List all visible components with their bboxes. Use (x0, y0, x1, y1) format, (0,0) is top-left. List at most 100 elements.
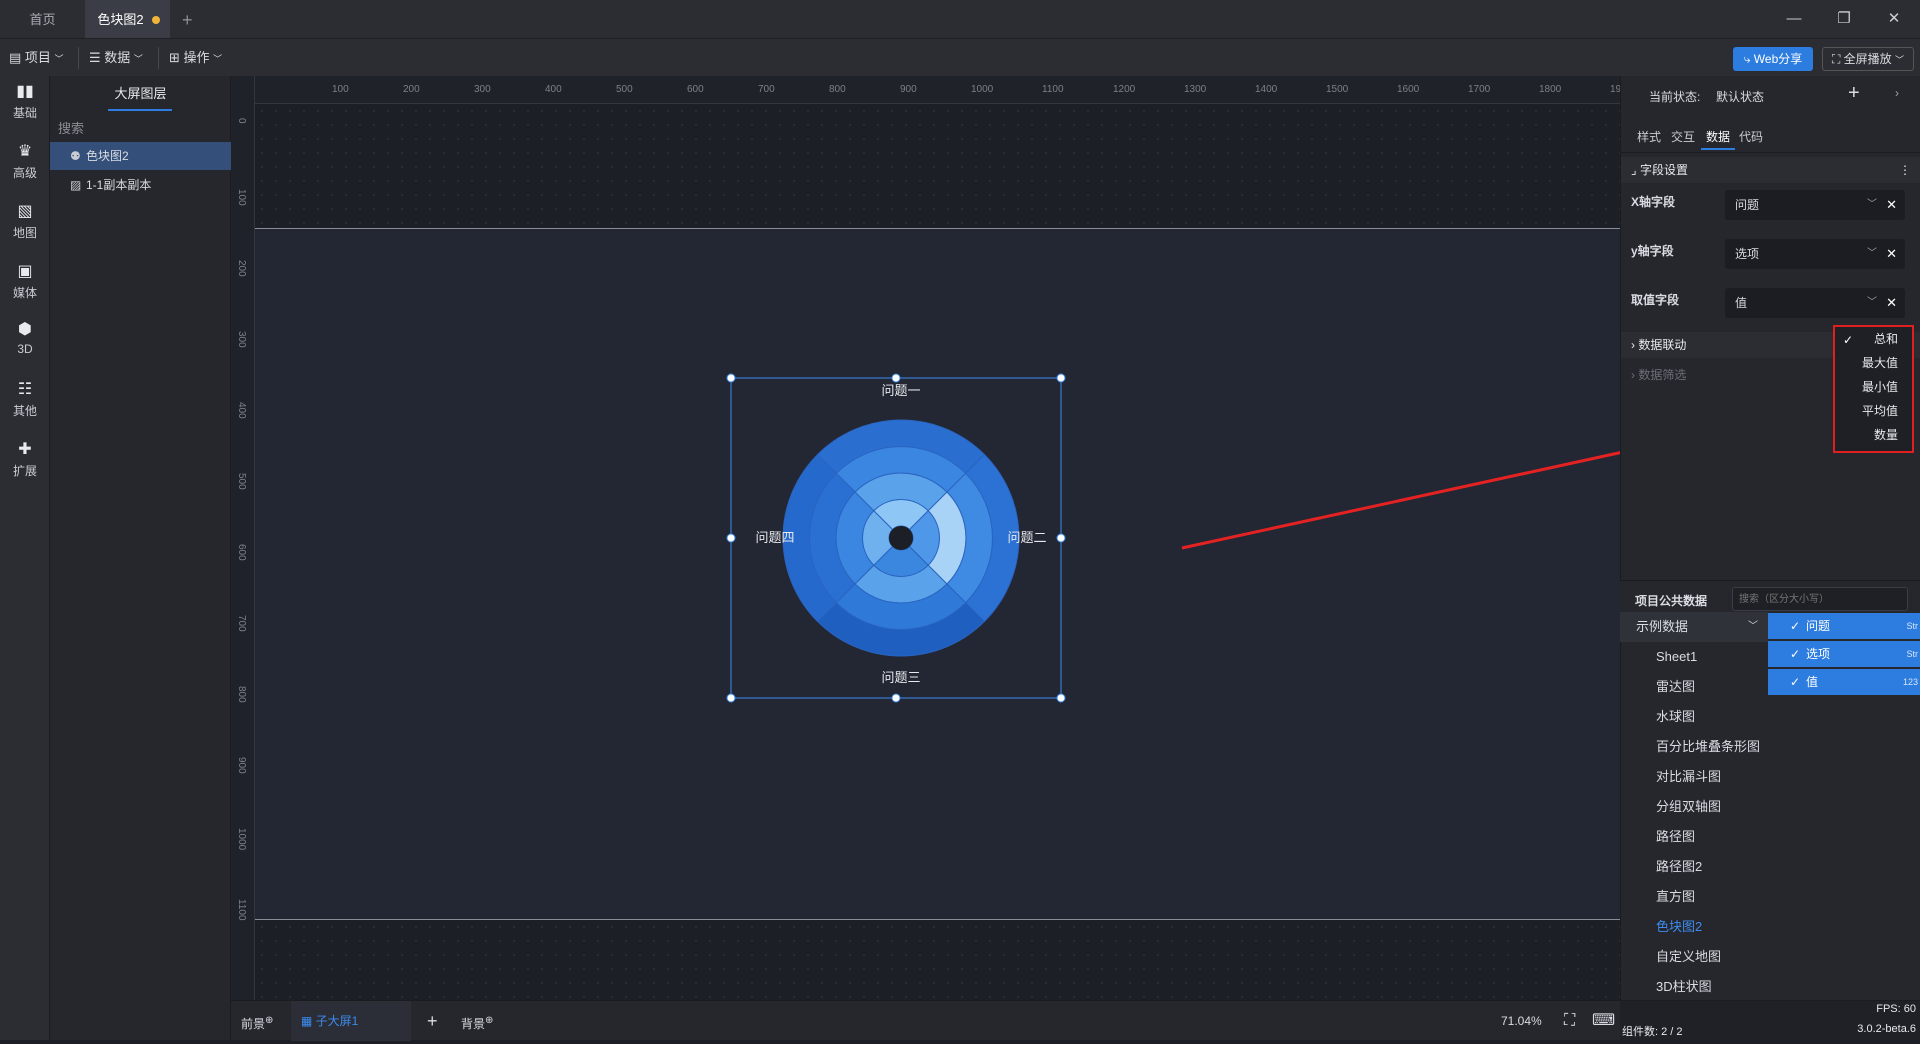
add-circle-icon: ⊕ (265, 1015, 274, 1026)
minimize-button[interactable]: — (1774, 0, 1814, 38)
category-media[interactable]: ▣ 媒体 (0, 256, 50, 316)
divider (78, 47, 79, 69)
status-bar: FPS: 60 组件数: 2 / 2 3.0.2-beta.6 (1620, 1000, 1920, 1040)
clear-icon[interactable]: ✕ (1886, 239, 1897, 269)
column-item[interactable]: ✓ 问题 Str (1768, 613, 1920, 639)
field-settings-header[interactable]: ⌟ 字段设置 ⋮ (1621, 157, 1920, 183)
layer-item-selected[interactable]: ⚉ 色块图2 (50, 142, 231, 170)
category-advanced[interactable]: ♛ 高级 (0, 136, 50, 196)
chevron-down-icon: ﹀ (1867, 248, 1877, 259)
database-icon: ☰ (89, 50, 105, 65)
foreground-button[interactable]: 前景⊕ (241, 1001, 273, 1041)
category-other[interactable]: ☷ 其他 (0, 374, 50, 434)
dataset-item[interactable]: 雷达图 (1620, 672, 1768, 702)
restore-button[interactable]: ❐ (1824, 0, 1864, 38)
web-share-button[interactable]: ⤷ Web分享 (1733, 47, 1813, 71)
resize-handle[interactable] (726, 373, 736, 383)
dataset-item[interactable]: 百分比堆叠条形图 (1620, 732, 1768, 762)
fullscreen-play-button[interactable]: ⛶ 全屏播放 ﹀ (1822, 47, 1914, 71)
category-label: 3D (17, 342, 33, 356)
dataset-item[interactable]: 水球图 (1620, 702, 1768, 732)
data-menu[interactable]: ☰ 数据 ﹀ (89, 39, 143, 77)
resize-handle[interactable] (1056, 533, 1066, 543)
value-field-select[interactable]: 值 ﹀ ✕ (1725, 288, 1905, 318)
add-tab-button[interactable]: + (182, 0, 202, 38)
column-item[interactable]: ✓ 值 123 (1768, 669, 1920, 695)
tab-underline (1701, 148, 1735, 150)
dataset-group[interactable]: 示例数据 ﹀ (1620, 612, 1768, 642)
ruler-tick-label: 1300 (1184, 84, 1207, 95)
share-icon: ⤷ (1743, 52, 1754, 66)
resize-handle[interactable] (1056, 373, 1066, 383)
category-extension[interactable]: ✚ 扩展 (0, 434, 50, 494)
dataset-item[interactable]: 3D柱状图 (1620, 972, 1768, 1002)
resize-handle[interactable] (1056, 693, 1066, 703)
tab-style[interactable]: 样式 (1637, 128, 1661, 145)
column-type: Str (1906, 649, 1918, 659)
dataset-item[interactable]: 路径图2 (1620, 852, 1768, 882)
dataset-item[interactable]: 色块图2 (1620, 912, 1768, 942)
public-data-search[interactable] (1732, 587, 1908, 611)
x-field-value: 问题 (1735, 198, 1760, 212)
tab-screen-layers[interactable]: 大屏图层 (50, 76, 231, 112)
add-screen-button[interactable]: + (427, 1001, 438, 1041)
agg-option-count[interactable]: 数量 (1835, 423, 1912, 447)
more-icon[interactable]: ⋮ (1899, 157, 1911, 183)
data-label: 数据 (104, 50, 131, 65)
project-menu[interactable]: ▤ 项目 ﹀ (9, 39, 64, 77)
category-label-right: 问题二 (1007, 530, 1046, 545)
child-screen-tab[interactable]: ▦ 子大屏1 (291, 1001, 411, 1041)
layer-search-input[interactable]: 搜索 (58, 116, 223, 142)
agg-option-sum[interactable]: 总和 (1835, 327, 1912, 351)
close-button[interactable]: ✕ (1874, 0, 1914, 38)
tab-interaction[interactable]: 交互 (1671, 128, 1695, 145)
category-label: 其他 (12, 404, 37, 418)
dataset-item[interactable]: 直方图 (1620, 882, 1768, 912)
value-field-value: 值 (1735, 296, 1748, 310)
public-data-title: 项目公共数据 (1635, 594, 1708, 608)
state-value[interactable]: 默认状态 (1716, 88, 1764, 105)
column-item[interactable]: ✓ 选项 Str (1768, 641, 1920, 667)
category-label: 媒体 (12, 286, 37, 300)
dataset-item[interactable]: 路径图 (1620, 822, 1768, 852)
resize-handle[interactable] (726, 533, 736, 543)
chevron-down-icon: ﹀ (1895, 55, 1905, 65)
category-basic[interactable]: ▮▮ 基础 (0, 76, 50, 136)
agg-option-min[interactable]: 最小值 (1835, 375, 1912, 399)
x-field-select[interactable]: 问题 ﹀ ✕ (1725, 190, 1905, 220)
y-field-label: y轴字段 (1631, 244, 1674, 258)
chevron-right-icon[interactable]: › (1895, 86, 1899, 100)
fullscreen-label: 全屏播放 (1843, 52, 1892, 66)
tab-code[interactable]: 代码 (1739, 128, 1763, 145)
grid-icon: ⊞ (169, 50, 184, 65)
zoom-level[interactable]: 71.04% (1501, 1001, 1542, 1041)
layer-item[interactable]: ▨ 1-1副本副本 (50, 172, 231, 198)
resize-handle[interactable] (891, 373, 901, 383)
add-state-button[interactable]: + (1848, 82, 1860, 105)
agg-option-avg[interactable]: 平均值 (1835, 399, 1912, 423)
dataset-item[interactable]: 自定义地图 (1620, 942, 1768, 972)
chevron-down-icon: ﹀ (133, 54, 143, 64)
resize-handle[interactable] (891, 693, 901, 703)
dataset-group-label: 示例数据 (1636, 619, 1689, 634)
tab-data[interactable]: 数据 (1706, 128, 1730, 145)
background-button[interactable]: 背景⊕ (461, 1001, 493, 1041)
resize-handle[interactable] (726, 693, 736, 703)
clear-icon[interactable]: ✕ (1886, 190, 1897, 220)
clear-icon[interactable]: ✕ (1886, 288, 1897, 318)
dataset-item[interactable]: 对比漏斗图 (1620, 762, 1768, 792)
category-map[interactable]: ▧ 地图 (0, 196, 50, 256)
category-3d[interactable]: ⬢ 3D (0, 314, 50, 374)
public-data-search-input[interactable] (1733, 588, 1907, 610)
y-field-select[interactable]: 选项 ﹀ ✕ (1725, 239, 1905, 269)
dataset-item[interactable]: Sheet1 (1620, 642, 1768, 672)
dataset-item[interactable]: 分组双轴图 (1620, 792, 1768, 822)
radial-heatmap-chart[interactable]: 问题一 问题二 问题三 问题四 (721, 360, 1081, 710)
ruler-tick-label: 400 (545, 84, 562, 95)
operate-menu[interactable]: ⊞ 操作 ﹀ (169, 39, 222, 77)
keyboard-icon[interactable]: ⌨ (1592, 1001, 1615, 1041)
fit-screen-icon[interactable]: ⛶ (1564, 1001, 1575, 1041)
agg-option-max[interactable]: 最大值 (1835, 351, 1912, 375)
toolbar: ▤ 项目 ﹀ ☰ 数据 ﹀ ⊞ 操作 ﹀ ⤷ Web分享 ⛶ 全屏播放 ﹀ (0, 38, 1920, 76)
tab-home[interactable]: 首页 (0, 0, 85, 38)
